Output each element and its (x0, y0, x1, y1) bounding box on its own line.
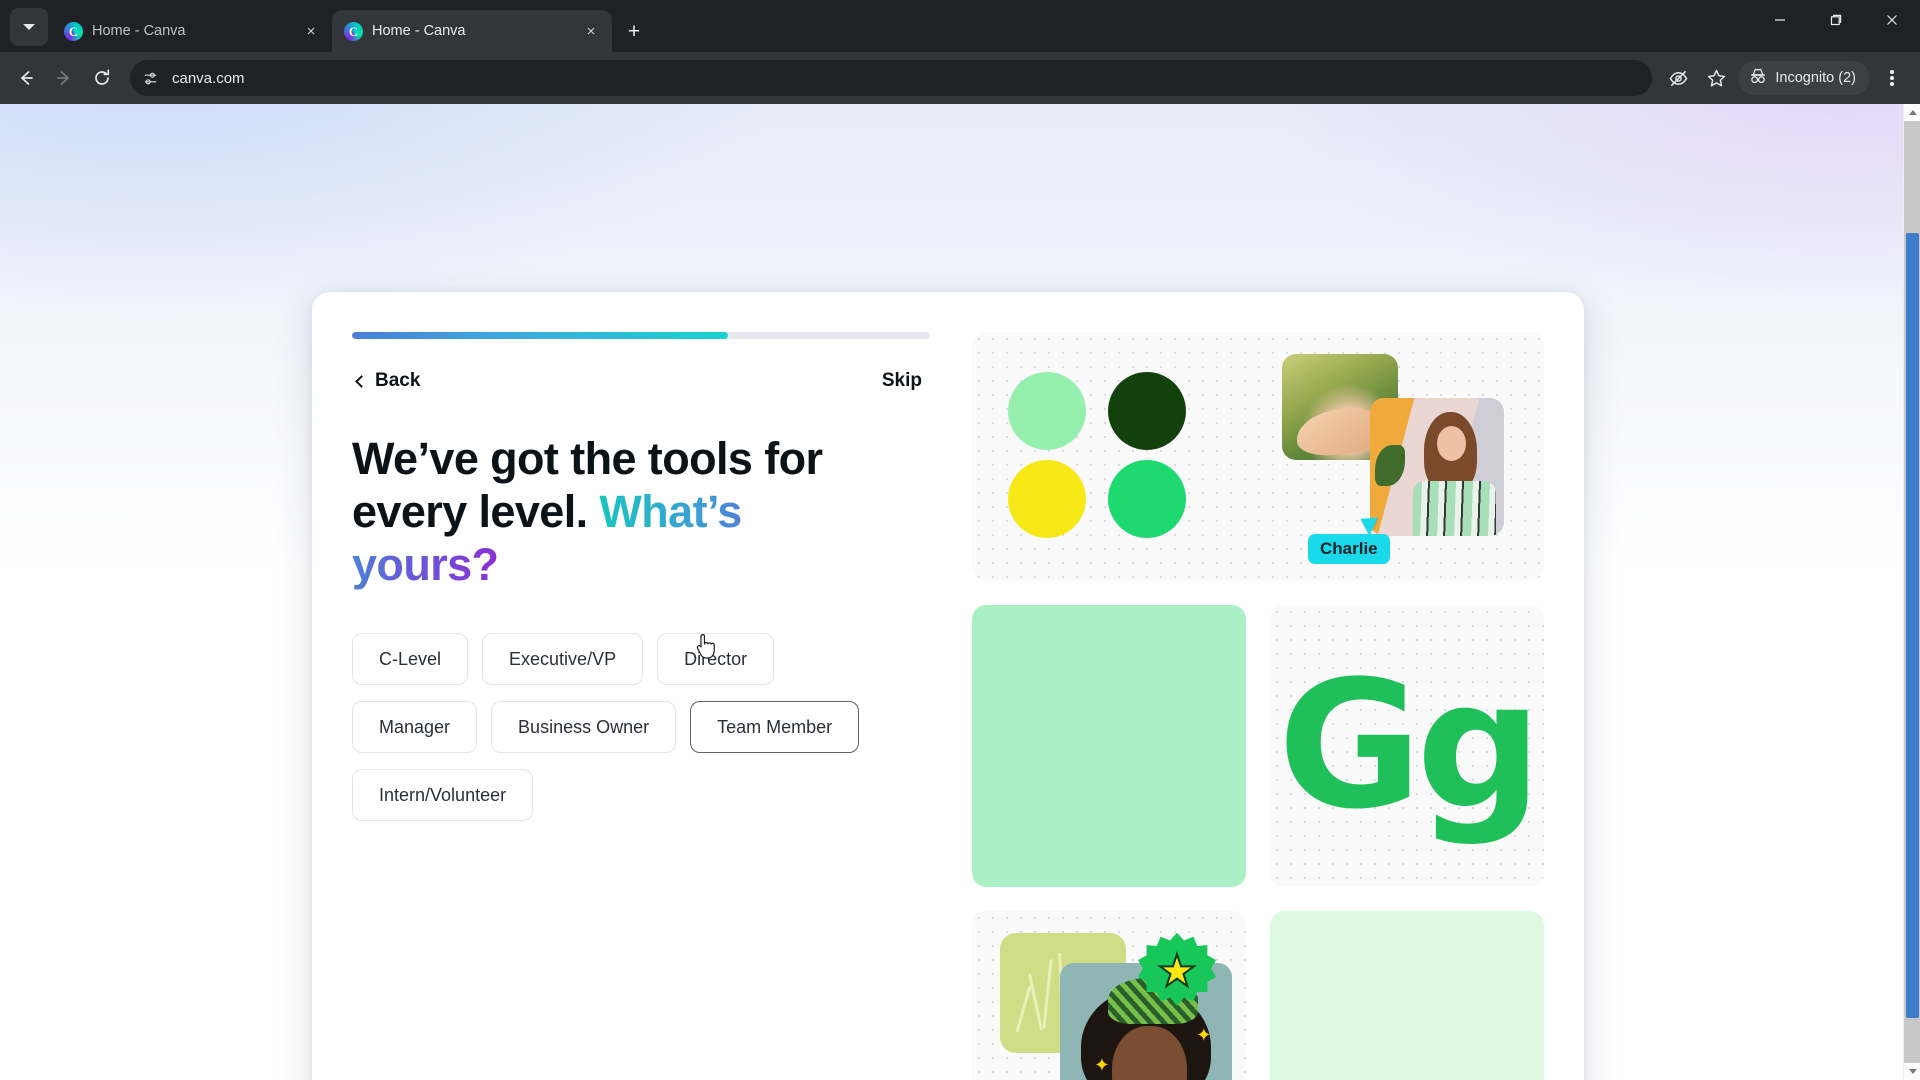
modal-left-pane: Back Skip We’ve got the tools for every … (352, 332, 930, 1080)
color-swatch-grid (1008, 372, 1196, 538)
onboarding-modal: Back Skip We’ve got the tools for every … (312, 292, 1584, 1080)
back-button[interactable] (8, 60, 44, 96)
stem-2 (1028, 973, 1043, 1031)
mint-color-card (972, 605, 1246, 887)
page-title: We’ve got the tools for every level. Wha… (352, 432, 892, 591)
collage-panel-typography: Gg (1270, 605, 1544, 887)
scroll-up-button[interactable] (1904, 104, 1920, 121)
scrollbar-thumb[interactable] (1906, 233, 1919, 1018)
option-intern-volunteer[interactable]: Intern/Volunteer (352, 769, 534, 822)
back-link[interactable]: Back (352, 366, 426, 396)
chevron-down-icon (23, 24, 35, 30)
stem-4 (1015, 985, 1032, 1033)
scroll-down-button[interactable] (1904, 1063, 1920, 1080)
option-manager[interactable]: Manager (352, 701, 478, 754)
progress-fill (352, 332, 728, 339)
canva-favicon-icon: C (64, 21, 83, 41)
address-bar[interactable]: canva.com (130, 60, 1653, 96)
headline-plain: We’ve got the tools for every level. (352, 433, 823, 538)
collage-panel-swatches: Charlie (972, 332, 1544, 582)
swatch-dark-green (1108, 372, 1186, 450)
typography-sample: Gg (1277, 643, 1542, 849)
tab-search-button[interactable] (10, 8, 48, 46)
chevron-up-icon (1908, 110, 1917, 115)
browser-tab-1[interactable]: C Home - Canva × (52, 10, 332, 52)
close-icon[interactable]: × (580, 20, 602, 42)
swatch-light-green (1008, 372, 1086, 450)
skip-label: Skip (881, 370, 922, 391)
url-text: canva.com (172, 69, 245, 87)
option-business-owner[interactable]: Business Owner (491, 701, 677, 754)
forward-button[interactable] (46, 60, 82, 96)
option-director[interactable]: Director (657, 633, 775, 686)
shirt-shape (1412, 480, 1496, 536)
back-label: Back (375, 370, 421, 391)
bookmark-star-icon[interactable] (1698, 60, 1734, 96)
page-scrollbar[interactable] (1903, 104, 1920, 1080)
canva-favicon-icon: C (344, 21, 363, 41)
star-icon: ★ (1156, 946, 1197, 996)
toolbar-actions: Incognito (2) (1660, 60, 1910, 96)
collage-row-middle: Gg (972, 605, 1544, 887)
tab-title: Home - Canva (92, 23, 186, 39)
kebab-menu-icon (1890, 70, 1894, 86)
reload-button[interactable] (84, 60, 120, 96)
option-executive-vp[interactable]: Executive/VP (482, 633, 644, 686)
arrow-left-icon (21, 71, 33, 85)
tab-strip: C Home - Canva × C Home - Canva × + (0, 0, 1920, 52)
mint-card-fill (972, 605, 1246, 887)
photo-person-thumbnail (1370, 398, 1504, 536)
browser-toolbar: canva.com Incognito (2) (0, 52, 1920, 104)
pale-card-fill (1270, 910, 1544, 1080)
sparkle-icon: ✦ (1094, 1054, 1110, 1075)
collaborator-name-badge: Charlie (1308, 534, 1390, 564)
incognito-icon (1748, 66, 1768, 90)
scrollbar-track[interactable] (1904, 121, 1920, 1063)
new-tab-button[interactable]: + (618, 15, 650, 47)
collage-row-bottom: ✦ ✦ ★ (972, 910, 1544, 1080)
swatch-bright-green (1108, 460, 1186, 538)
leaf-shape (1375, 444, 1405, 487)
incognito-profile-chip[interactable]: Incognito (2) (1738, 61, 1870, 95)
chevron-down-icon (1908, 1069, 1917, 1074)
window-controls (1752, 0, 1920, 40)
close-window-button[interactable] (1864, 0, 1920, 40)
tracking-protection-eye-off-icon[interactable] (1660, 60, 1696, 96)
sparkle-icon: ✦ (1196, 1025, 1212, 1046)
option-c-level[interactable]: C-Level (352, 633, 469, 686)
maximize-icon (1830, 14, 1842, 26)
reload-icon (95, 69, 110, 85)
chevron-left-icon (355, 374, 368, 388)
option-team-member[interactable]: Team Member (690, 701, 860, 754)
role-options-group: C-Level Executive/VP Director Manager Bu… (352, 633, 892, 822)
swatch-yellow (1008, 460, 1086, 538)
browser-menu-button[interactable] (1874, 60, 1910, 96)
browser-tab-2[interactable]: C Home - Canva × (332, 10, 612, 52)
close-icon (1887, 15, 1897, 25)
pale-green-card (1270, 910, 1544, 1080)
collage-panel-portrait: ✦ ✦ ★ (972, 910, 1246, 1080)
arrow-right-icon (57, 71, 69, 85)
modal-header: Back Skip (352, 366, 930, 396)
onboarding-progress-bar (352, 332, 930, 339)
page-viewport: Back Skip We’ve got the tools for every … (0, 104, 1920, 1080)
incognito-label: Incognito (2) (1775, 70, 1856, 86)
minimize-button[interactable] (1752, 0, 1808, 40)
tab-title: Home - Canva (372, 23, 466, 39)
minimize-icon (1775, 19, 1785, 21)
maximize-button[interactable] (1808, 0, 1864, 40)
browser-window: C Home - Canva × C Home - Canva × + canv… (0, 0, 1920, 1080)
stem-1 (1042, 958, 1053, 1029)
site-settings-tune-icon[interactable] (136, 64, 164, 92)
skip-link[interactable]: Skip (874, 366, 930, 396)
modal-right-illustration: Charlie Gg ✦ ✦ ★ (972, 332, 1544, 1080)
close-icon[interactable]: × (300, 20, 322, 42)
